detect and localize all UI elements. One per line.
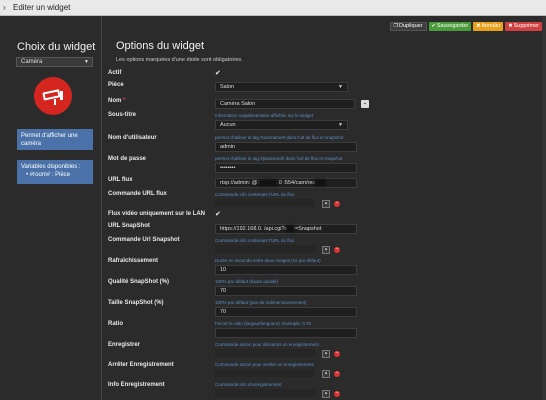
cmd-url-flux-hint: Commande info contenant l'URL du flux <box>215 192 295 197</box>
widget-options-panel: Options du widget Les options marquées d… <box>102 16 546 400</box>
record-command-field[interactable] <box>215 349 315 357</box>
clear-button[interactable]: − <box>334 200 340 207</box>
url-flux-label: URL flux <box>108 177 133 183</box>
nom-label: Nom * <box>108 98 126 104</box>
lan-checkbox[interactable]: ✔ <box>215 210 221 218</box>
refresh-field[interactable]: 10 <box>215 265 357 275</box>
quality-hint: 100% par défaut (haute qualité) <box>215 279 279 284</box>
widget-type-select[interactable]: Caméra ▼ <box>16 57 93 67</box>
clear-button[interactable]: − <box>334 350 340 357</box>
cmd-url-snapshot-label: Commande Url Snapshot <box>108 237 180 243</box>
stop-record-hint: Commande action pour arrêter un enregist… <box>215 362 314 367</box>
cmd-url-snapshot-hint: Commande info contenant l'URL du flux <box>215 238 295 243</box>
piece-select[interactable]: Salon ▼ <box>215 82 348 92</box>
clear-button[interactable]: − <box>334 246 340 253</box>
chevron-down-icon: ▼ <box>338 122 343 128</box>
stop-record-label: Arrêter Enregistrement <box>108 362 174 368</box>
size-field[interactable]: 70 <box>215 307 357 317</box>
select-command-button[interactable]: ▪ <box>322 350 330 358</box>
nom-field[interactable]: Caméra Salon <box>215 99 355 109</box>
redaction <box>286 225 295 232</box>
soustitre-label: Sous-titre <box>108 112 137 118</box>
ratio-label: Ratio <box>108 321 123 327</box>
required-note: Les options marquées d'une étoile sont o… <box>116 57 243 63</box>
password-label: Mot de passe <box>108 156 147 162</box>
password-hint: permet d'utiliser le tag #password# dans… <box>215 156 343 161</box>
size-hint: 100% par défaut (pas de redimensionnemen… <box>215 300 307 305</box>
options-title: Options du widget <box>116 40 205 52</box>
url-flux-field[interactable]: rtsp://admin: @192.168.0 :554/cam/realn <box>215 178 357 188</box>
redaction <box>314 179 326 186</box>
record-info-label: Info Enregistrement <box>108 382 165 388</box>
soustitre-hint: Information supplémentaire affichée sur … <box>215 113 313 118</box>
url-snapshot-label: URL SnapShot <box>108 223 150 229</box>
icon-picker-button[interactable]: ▪ <box>361 100 369 108</box>
clear-button[interactable]: − <box>334 370 340 377</box>
select-command-button[interactable]: ▪ <box>322 200 330 208</box>
widget-choice-panel: Choix du widget Caméra ▼ Permet d'affich… <box>0 16 102 400</box>
username-label: Nom d'utilisateur <box>108 135 157 141</box>
record-hint: Commande action pour démarrer un enregis… <box>215 342 319 347</box>
cmd-url-flux-field[interactable] <box>215 199 315 207</box>
record-info-hint: Commande info d'enregistrement <box>215 382 282 387</box>
username-field[interactable]: admin <box>215 142 357 152</box>
widget-description: Permet d'afficher une caméra <box>17 129 93 150</box>
redaction <box>258 179 278 186</box>
widget-choice-title: Choix du widget <box>17 41 96 53</box>
quality-field[interactable]: 70 <box>215 286 357 296</box>
piece-label: Pièce <box>108 82 124 88</box>
lan-label: Flux vidéo uniquement sur le LAN <box>108 211 206 217</box>
password-field[interactable]: •••••••• <box>215 163 357 173</box>
record-info-command-field[interactable] <box>215 389 315 397</box>
ratio-field[interactable] <box>215 328 357 338</box>
record-label: Enregistrer <box>108 342 141 348</box>
refresh-label: Rafraîchissement <box>108 258 159 264</box>
chevron-down-icon: ▼ <box>84 59 89 65</box>
dialog-title: Editer un widget <box>13 3 71 12</box>
stop-record-command-field[interactable] <box>215 369 315 377</box>
dialog-titlebar: › Editer un widget <box>0 0 546 16</box>
soustitre-select[interactable]: Aucun ▼ <box>215 120 348 130</box>
scrollbar[interactable] <box>542 16 546 400</box>
available-variables: Variables disponibles : #room# : Pièce <box>17 160 93 184</box>
caret-icon[interactable]: › <box>3 3 6 12</box>
cmd-url-snapshot-field[interactable] <box>215 245 315 253</box>
camera-widget-icon <box>34 77 72 115</box>
size-label: Taille SnapShot (%) <box>108 300 164 306</box>
clear-button[interactable]: − <box>334 390 340 397</box>
actif-checkbox[interactable]: ✔ <box>215 69 221 77</box>
cmd-url-flux-label: Commande URL flux <box>108 191 167 197</box>
dialog-body: ❐Dupliquer ✔Sauvegarder ✖Annuler ✖Suppri… <box>0 16 546 400</box>
username-hint: permet d'utiliser le tag #username# dans… <box>215 135 344 140</box>
refresh-hint: Durée en seconde entre deux images (1s p… <box>215 258 321 263</box>
variable-item: #room# : Pièce <box>26 171 89 179</box>
select-command-button[interactable]: ▪ <box>322 390 330 398</box>
ratio-hint: Forcer le ratio (largeur/longueur). Exem… <box>215 321 312 326</box>
chevron-down-icon: ▼ <box>338 84 343 90</box>
select-command-button[interactable]: ▪ <box>322 246 330 254</box>
select-command-button[interactable]: ▪ <box>322 370 330 378</box>
quality-label: Qualité SnapShot (%) <box>108 279 170 285</box>
actif-label: Actif <box>108 70 122 76</box>
